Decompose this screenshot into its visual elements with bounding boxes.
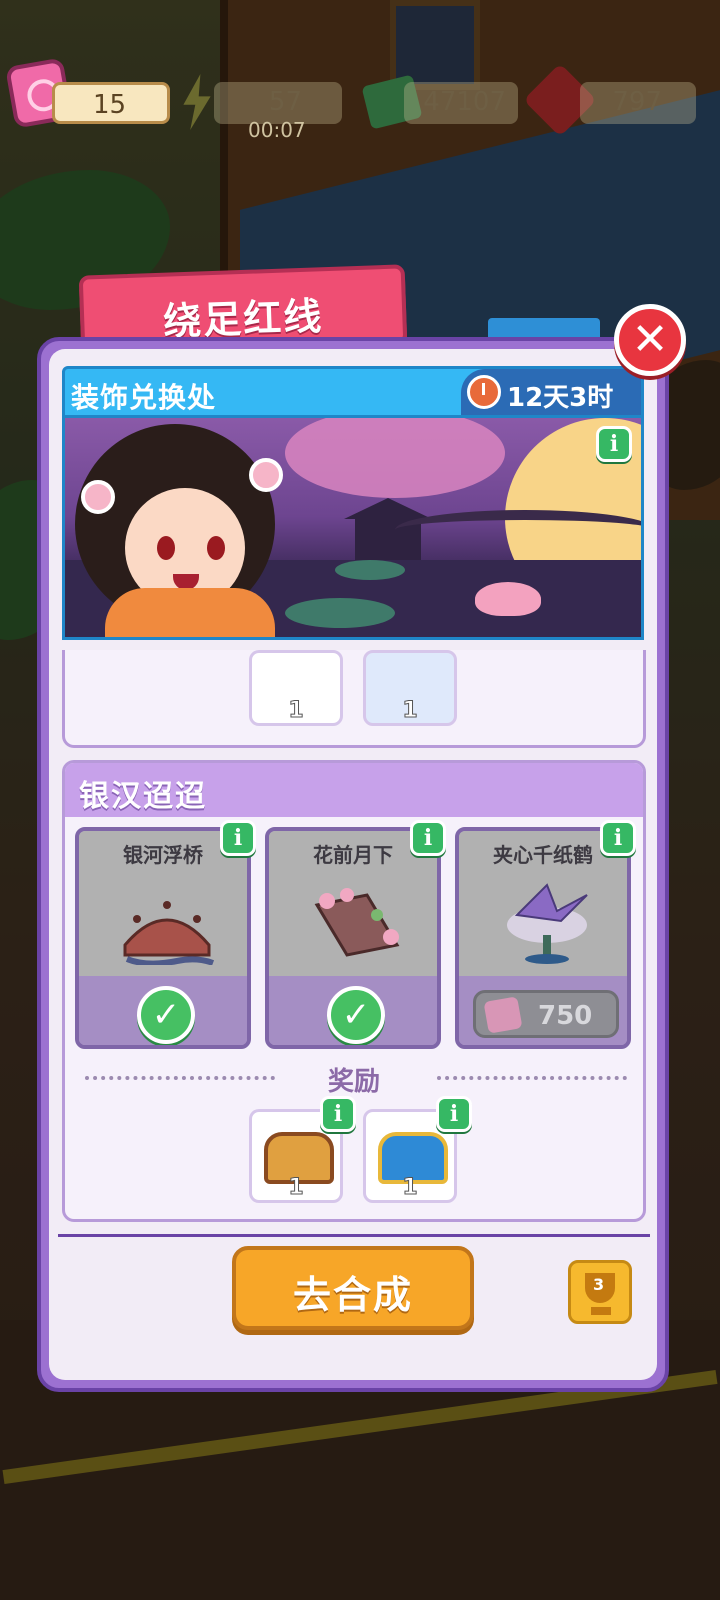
moon-bridge [395,510,641,550]
info-icon[interactable]: i [596,426,632,462]
decor-card[interactable]: 银河浮桥 ✓ [75,827,251,1049]
info-icon[interactable]: i [410,820,446,856]
flower-icon [249,458,283,492]
go-merge-button[interactable]: 去合成 [232,1246,474,1330]
shop-title: 装饰兑换处 [71,381,217,414]
time-left: 12天3时 [507,383,614,413]
price-button[interactable]: 750 [473,990,619,1038]
shop-header: 装饰兑换处 12天3时 [62,366,644,418]
divider [58,1234,650,1237]
decor-set-section: 银汉迢迢 银河浮桥 ✓ 花前月下 ✓ 夹心千纸鹤 750 奖励 1 1 [62,760,646,1222]
previous-section: 1 1 [62,650,646,748]
ticket-icon [483,996,523,1034]
close-icon: ✕ [631,314,669,365]
energy-timer: 00:07 [248,118,306,142]
price-value: 750 [538,1001,593,1031]
clock-icon [467,375,501,409]
energy-count: 57 [268,87,302,117]
event-timer: 12天3时 [461,369,641,415]
go-merge-label: 去合成 [292,1273,413,1317]
gem-count: 797 [612,87,662,117]
ticket-count: 15 [93,90,127,120]
decor-card[interactable]: 夹心千纸鹤 750 [455,827,631,1049]
ticket-counter[interactable]: 15 [52,82,170,124]
trophy-button[interactable]: 3 [568,1260,632,1324]
flower-icon [81,480,115,514]
reward-item[interactable]: 1 [363,650,457,726]
info-icon[interactable]: i [436,1096,472,1132]
bridge-icon [123,901,215,965]
decor-card[interactable]: 花前月下 ✓ [265,827,441,1049]
paper-crane-icon [507,883,588,964]
event-illustration [62,418,644,640]
lotus-icon [475,582,541,616]
info-icon[interactable]: i [600,820,636,856]
cash-count: 47107 [423,87,506,117]
section-title: 银汉迢迢 [79,779,207,814]
reward-item[interactable]: 1 [249,650,343,726]
cash-counter[interactable]: 47107 [404,82,518,124]
info-icon[interactable]: i [220,820,256,856]
owned-check-icon: ✓ [137,986,195,1044]
close-button[interactable]: ✕ [614,304,686,376]
trophy-rank: 3 [593,1275,605,1294]
flower-arch-icon [314,888,400,957]
info-icon[interactable]: i [320,1096,356,1132]
gem-counter[interactable]: 797 [580,82,696,124]
energy-counter[interactable]: 57 00:07 [214,82,342,142]
owned-check-icon: ✓ [327,986,385,1044]
section-header: 银汉迢迢 [65,763,643,817]
